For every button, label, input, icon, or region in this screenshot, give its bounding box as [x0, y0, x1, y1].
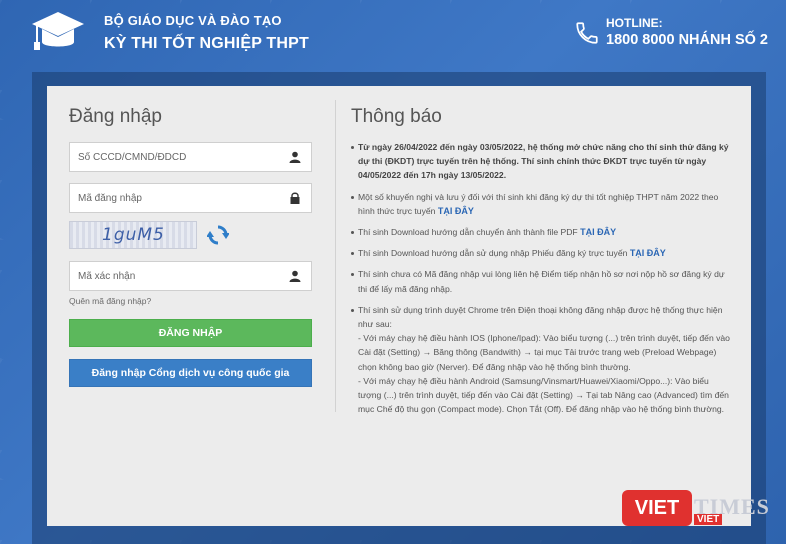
refresh-captcha-icon[interactable] — [207, 224, 229, 246]
watermark-viet-small: VIET — [694, 514, 723, 525]
phone-icon — [576, 22, 598, 44]
user-icon — [289, 270, 301, 282]
captcha-row: 1guM5 — [69, 221, 313, 251]
notice-text: Thí sinh Download hướng dẫn sử dụng nhập… — [358, 248, 628, 259]
notice-text: Một số khuyến nghị và lưu ý đối với thí … — [358, 191, 719, 216]
notices-section: Thông báo Từ ngày 26/04/2022 đến ngày 03… — [351, 106, 731, 423]
brand-block: BỘ GIÁO DỤC VÀ ĐÀO TẠO KỲ THI TỐT NGHIỆP… — [104, 13, 309, 53]
id-number-field — [69, 142, 312, 172]
login-button[interactable]: ĐĂNG NHẬP — [69, 319, 312, 347]
forgot-code-link[interactable]: Quên mã đăng nhập? — [69, 296, 313, 306]
graduation-cap-icon — [32, 12, 84, 50]
notices-list: Từ ngày 26/04/2022 đến ngày 03/05/2022, … — [351, 140, 731, 416]
login-title: Đăng nhập — [69, 106, 162, 127]
main-panel: Đăng nhập 1guM5 — [47, 86, 751, 526]
hotline-block: HOTLINE: 1800 8000 NHÁNH SỐ 2 — [576, 16, 768, 48]
login-code-input[interactable] — [70, 184, 270, 212]
notice-text: Thí sinh sử dụng trình duyệt Chrome trên… — [358, 304, 723, 330]
verify-code-input[interactable] — [70, 262, 270, 290]
notice-item: Từ ngày 26/04/2022 đến ngày 03/05/2022, … — [351, 140, 731, 183]
lock-icon — [290, 192, 300, 204]
watermark-viet-logo: VIET — [622, 490, 692, 526]
captcha-image: 1guM5 — [69, 221, 197, 249]
notice-item: Thí sinh Download hướng dẫn chuyển ảnh t… — [351, 225, 731, 239]
hotline-number: 1800 8000 NHÁNH SỐ 2 — [606, 32, 768, 48]
notice-text: Thí sinh chưa có Mã đăng nhập vui lòng l… — [358, 269, 725, 294]
notice-text: Từ ngày 26/04/2022 đến ngày 03/05/2022, … — [358, 142, 729, 181]
notice-subtext-android: - Với máy chạy hệ điều hành Android (Sam… — [358, 375, 729, 415]
column-divider — [335, 100, 336, 412]
notice-link[interactable]: TẠI ĐÂY — [438, 206, 474, 216]
ministry-name: BỘ GIÁO DỤC VÀ ĐÀO TẠO — [104, 13, 282, 28]
notice-item: Một số khuyến nghị và lưu ý đối với thí … — [351, 190, 731, 218]
hotline-label: HOTLINE: — [606, 16, 663, 30]
id-number-input[interactable] — [70, 143, 270, 171]
notice-text: Thí sinh Download hướng dẫn chuyển ảnh t… — [358, 227, 578, 238]
notice-item: Thí sinh Download hướng dẫn sử dụng nhập… — [351, 246, 731, 260]
login-code-field — [69, 183, 312, 213]
exam-title: KỲ THI TỐT NGHIỆP THPT — [104, 35, 310, 52]
verify-code-field — [69, 261, 312, 291]
notice-item: Thí sinh chưa có Mã đăng nhập vui lòng l… — [351, 267, 731, 295]
notice-link[interactable]: TẠI ĐÂY — [580, 227, 616, 237]
notices-title: Thông báo — [351, 106, 442, 127]
header: BỘ GIÁO DỤC VÀ ĐÀO TẠO KỲ THI TỐT NGHIỆP… — [0, 0, 786, 70]
national-portal-login-button[interactable]: Đăng nhập Cổng dịch vụ công quốc gia — [69, 359, 312, 387]
login-section: Đăng nhập 1guM5 — [69, 106, 313, 399]
notice-item: Thí sinh sử dụng trình duyệt Chrome trên… — [351, 303, 731, 417]
notice-subtext-ios: - Với máy chạy hệ điều hành IOS (Iphone/… — [358, 333, 730, 372]
notice-link[interactable]: TẠI ĐÂY — [630, 248, 666, 258]
user-icon — [289, 151, 301, 163]
